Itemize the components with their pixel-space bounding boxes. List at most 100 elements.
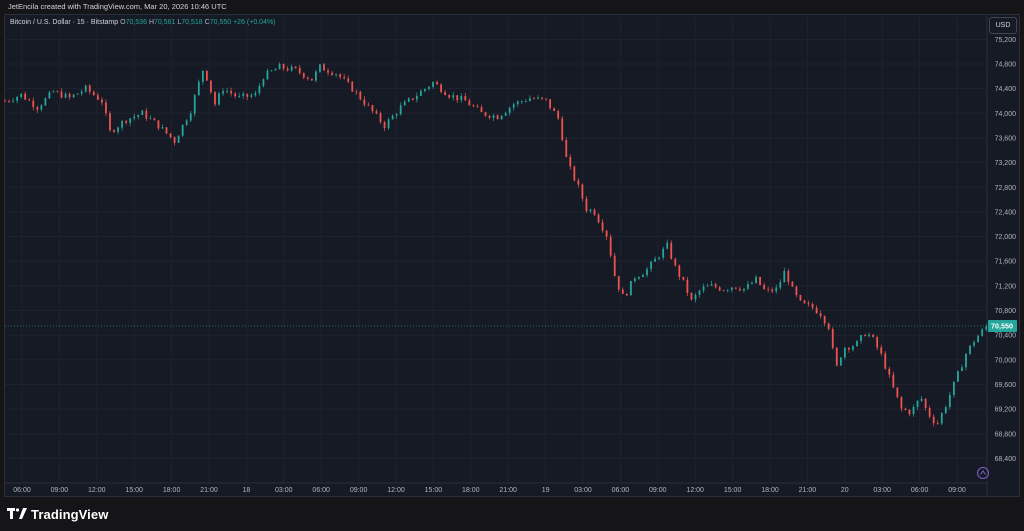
candle-body: [908, 410, 911, 415]
candle-body: [698, 290, 701, 295]
y-tick-label: 72,800: [995, 185, 1017, 192]
candle-body: [262, 79, 265, 86]
y-tick-label: 75,200: [995, 37, 1017, 44]
candle-body: [129, 118, 132, 123]
candle-body: [500, 115, 503, 120]
candle-body: [8, 101, 10, 102]
candle-body: [274, 69, 277, 71]
candle-body: [496, 115, 499, 120]
candle-body: [876, 336, 879, 348]
candle-body: [367, 104, 370, 106]
candle-body: [36, 107, 39, 110]
y-tick-label: 72,000: [995, 234, 1017, 241]
candle-body: [561, 118, 564, 141]
candle-body: [803, 300, 806, 304]
ohlc-legend: Bitcoin / U.S. Dollar · 15 · Bitstamp O7…: [10, 19, 276, 26]
candle-body: [488, 115, 491, 118]
x-tick-label: 21:00: [200, 487, 218, 494]
candle-body: [419, 90, 422, 96]
candle-body: [153, 118, 156, 121]
candle-body: [585, 198, 588, 212]
candle-body: [121, 120, 123, 128]
candle-body: [383, 122, 386, 129]
candle-body: [553, 108, 556, 112]
candle-body: [835, 347, 838, 366]
candle-body: [839, 357, 842, 366]
candle-body: [133, 116, 136, 119]
candle-body: [504, 112, 507, 116]
candle-body: [290, 66, 293, 71]
y-tick-label: 73,200: [995, 160, 1017, 167]
price-chart[interactable]: 75,200 74,800 74,400 74,000 73,600 73,200 72,8…: [0, 0, 1024, 500]
candle-body: [928, 407, 931, 417]
x-tick-label: 21:00: [499, 487, 517, 494]
candle-body: [799, 295, 802, 301]
candle-body: [621, 289, 624, 294]
chart-settings-icon[interactable]: [976, 466, 990, 480]
candle-body: [771, 289, 774, 292]
footer-bar: [0, 500, 1024, 531]
candle-body: [706, 285, 709, 287]
candle-body: [508, 107, 511, 113]
candle-body: [642, 275, 644, 278]
candle-body: [440, 84, 442, 93]
candle-body: [298, 67, 301, 74]
y-tick-label: 72,400: [995, 209, 1017, 216]
last-price-label: 70,550: [991, 322, 1013, 331]
candle-body: [848, 347, 850, 350]
candle-body: [278, 63, 281, 70]
candle-body: [884, 353, 887, 369]
tradingview-logo-icon: [7, 508, 27, 519]
candle-body: [658, 257, 661, 259]
candle-body: [892, 374, 895, 388]
candle-body: [843, 347, 846, 358]
candle-body: [371, 105, 374, 112]
candle-body: [880, 347, 883, 354]
candle-body: [573, 166, 576, 181]
candle-body: [68, 93, 71, 98]
x-tick-label: 09:00: [51, 487, 69, 494]
candle-body: [315, 71, 317, 81]
candle-body: [468, 100, 471, 106]
candle-body: [936, 423, 939, 425]
candle-body: [230, 90, 233, 94]
candle-body: [823, 316, 826, 324]
candle-body: [306, 77, 309, 79]
x-tick-label: 18:00: [761, 487, 779, 494]
y-tick-label: 69,200: [995, 407, 1017, 414]
candle-body: [787, 270, 790, 282]
candle-body: [852, 346, 854, 350]
candle-body: [476, 106, 479, 108]
candle-body: [379, 113, 382, 123]
candle-body: [932, 416, 935, 424]
candle-body: [359, 91, 362, 100]
x-tick-label: 06:00: [612, 487, 630, 494]
candle-body: [973, 342, 975, 346]
x-tick-label: 18: [243, 487, 251, 494]
candle-body: [969, 345, 971, 354]
candle-body: [105, 102, 107, 114]
candle-body: [767, 289, 770, 290]
candle-body: [238, 95, 241, 97]
candle-body: [258, 85, 261, 94]
currency-button[interactable]: USD: [989, 17, 1017, 34]
candle-body: [472, 105, 475, 107]
brand-logo[interactable]: TradingView: [7, 505, 108, 523]
candle-body: [747, 284, 749, 289]
y-tick-label: 71,200: [995, 283, 1017, 290]
candle-body: [759, 276, 761, 285]
y-tick-label: 69,600: [995, 382, 1017, 389]
x-tick-label: 03:00: [275, 487, 293, 494]
candle-body: [597, 214, 600, 223]
candle-body: [319, 64, 321, 72]
candle-body: [900, 397, 903, 409]
candle-body: [763, 284, 766, 290]
candle-body: [20, 93, 23, 97]
candle-body: [856, 340, 858, 347]
candle-body: [625, 293, 628, 296]
candle-body: [415, 95, 418, 100]
candle-body: [72, 94, 75, 98]
x-tick-label: 09:00: [649, 487, 667, 494]
candle-body: [165, 127, 168, 134]
x-tick-label: 12:00: [387, 487, 405, 494]
